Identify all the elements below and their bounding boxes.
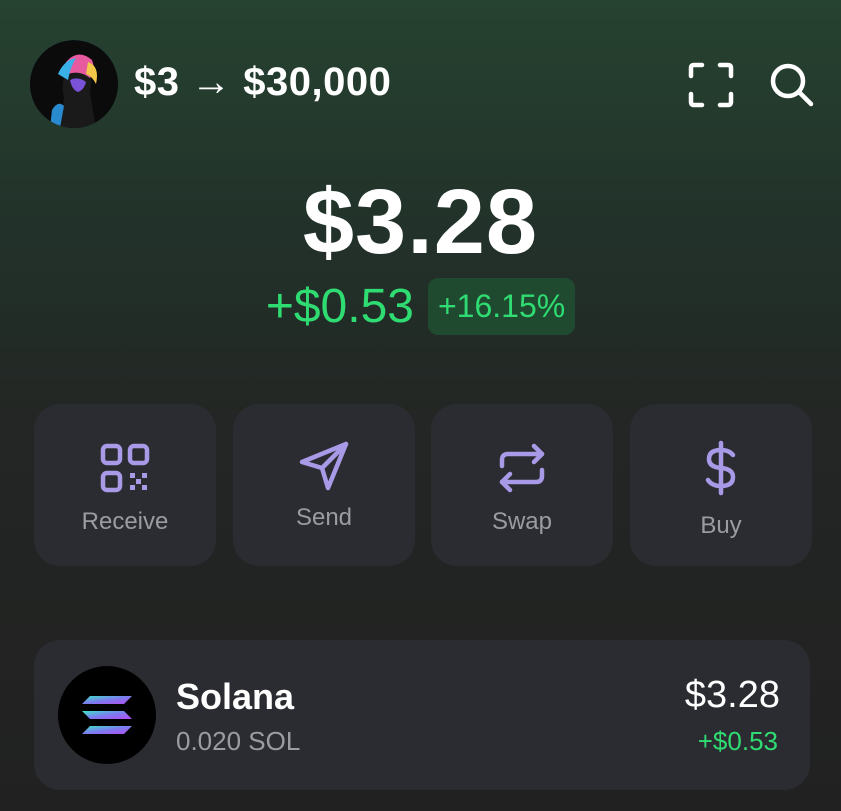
search-icon[interactable] [767,60,817,110]
send-button[interactable]: Send [233,404,415,566]
account-name[interactable]: $3 → $30,000 [134,60,391,105]
buy-button[interactable]: Buy [630,404,812,566]
swap-button[interactable]: Swap [431,404,613,566]
balance-change-row: +$0.53 +16.15% [0,278,841,335]
top-bar: $3 → $30,000 [0,0,841,170]
avatar[interactable] [30,40,118,128]
receive-label: Receive [81,508,169,535]
token-amount: 0.020 SOL [176,726,301,756]
scan-icon[interactable] [686,60,736,110]
buy-label: Buy [700,512,742,539]
token-change: +$0.53 [697,726,778,756]
receive-button[interactable]: Receive [34,404,216,566]
total-balance: $3.28 [302,171,539,273]
solana-logo-icon [58,666,156,764]
token-row-solana[interactable]: Solana 0.020 SOL $3.28 +$0.53 [34,640,810,790]
quick-actions: Receive Send Swap Buy [34,404,812,566]
send-label: Send [295,504,353,531]
send-icon [296,438,352,494]
balance-change-percent-badge: +16.15% [427,278,576,335]
token-value: $3.28 [684,674,780,716]
token-name: Solana [176,676,295,717]
qr-code-icon [97,440,153,496]
balance-change-amount: +$0.53 [265,280,414,333]
dollar-icon [693,440,749,496]
swap-label: Swap [491,508,553,535]
swap-icon [494,440,550,496]
